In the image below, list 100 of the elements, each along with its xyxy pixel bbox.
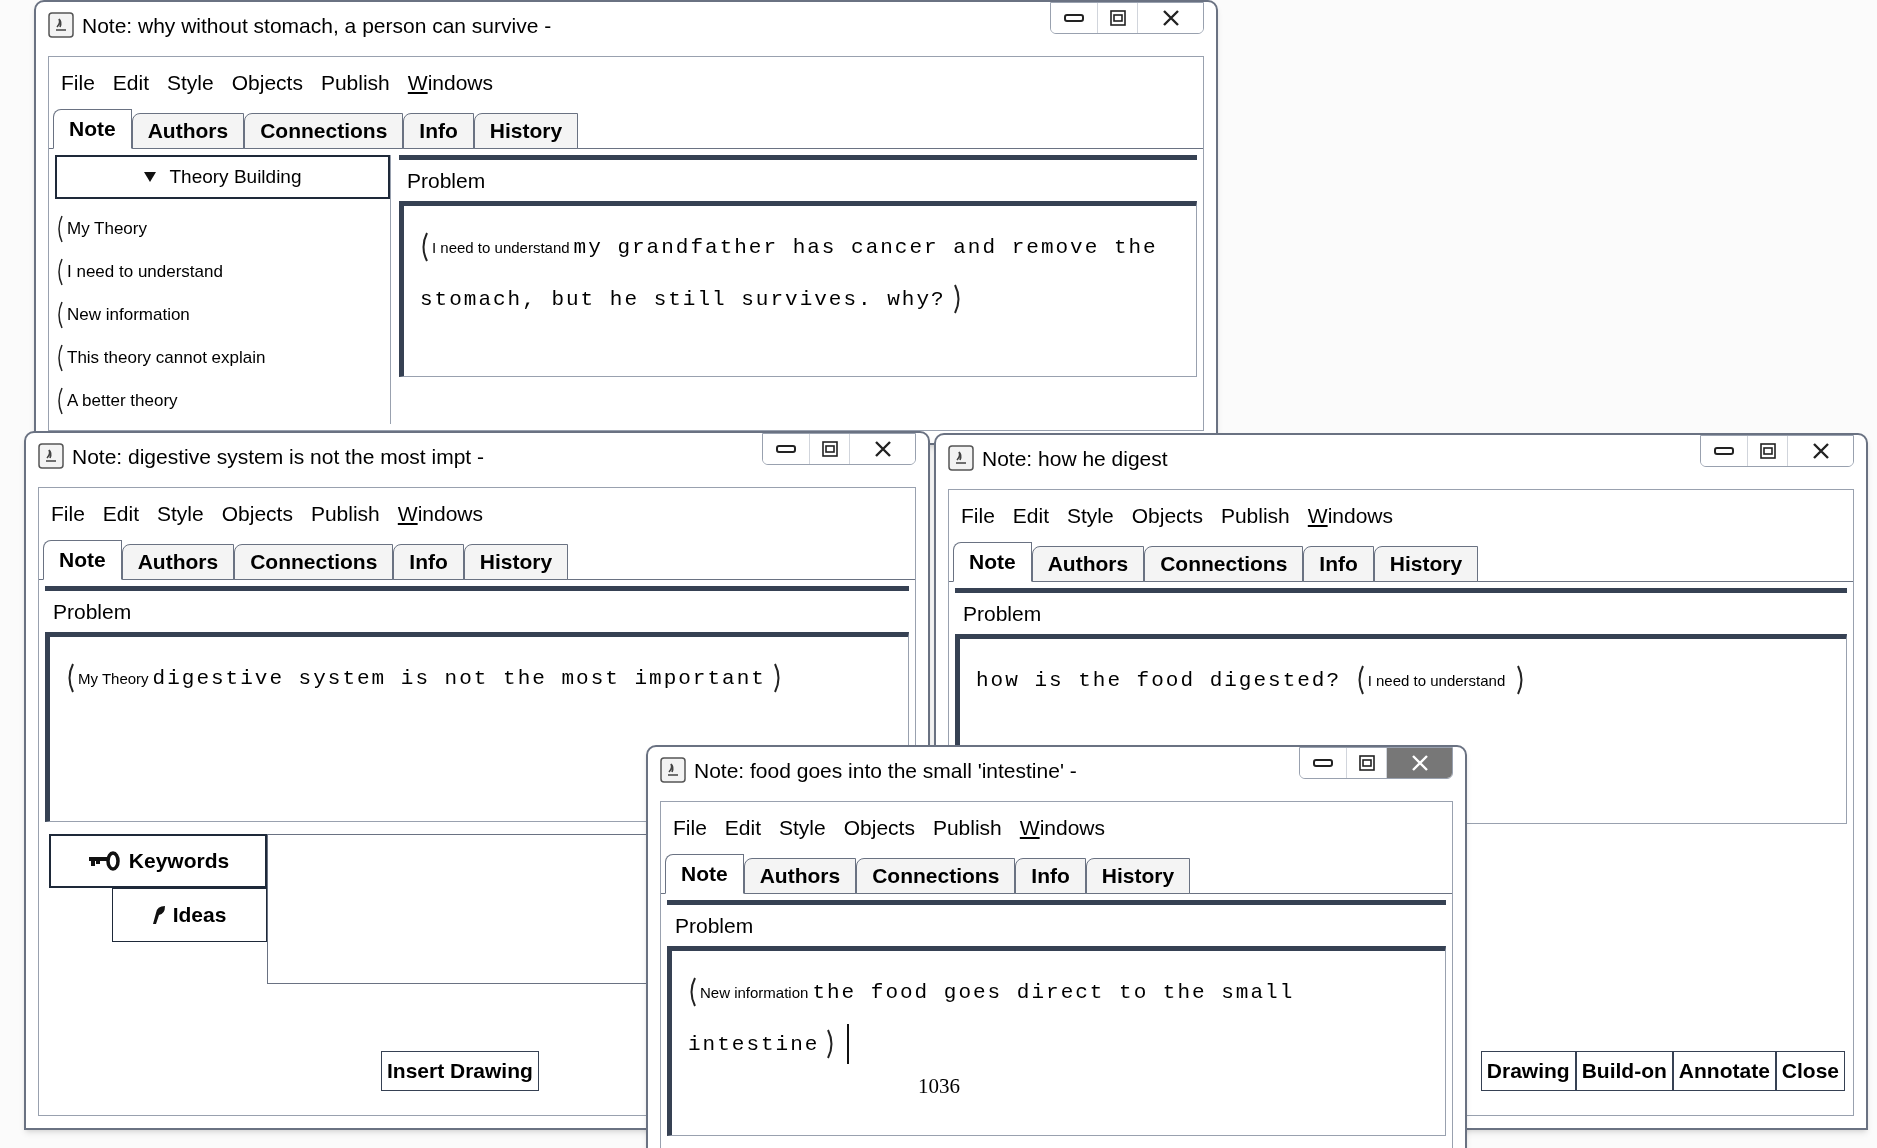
scaffold-list-item[interactable]: This theory cannot explain <box>55 336 390 379</box>
tab[interactable]: Info <box>393 544 464 580</box>
tab[interactable]: History <box>1085 858 1191 894</box>
scaffold-list-item[interactable]: My Theory <box>55 207 390 250</box>
word-count: 1036 <box>917 1073 961 1100</box>
menu-item[interactable]: Publish <box>320 67 390 99</box>
close-icon <box>872 440 893 458</box>
action-button[interactable]: Insert Drawing <box>381 1051 539 1091</box>
close-icon <box>1810 442 1831 460</box>
tab[interactable]: Info <box>403 113 474 149</box>
scaffold-list-item[interactable]: New information <box>55 293 390 336</box>
action-button[interactable]: Build-on <box>1575 1051 1673 1091</box>
tab[interactable]: History <box>473 113 579 149</box>
minimize-icon <box>1064 13 1084 23</box>
scaffold-list-item[interactable]: I need to understand <box>55 250 390 293</box>
menu-item[interactable]: Edit <box>102 498 140 530</box>
close-bracket-icon <box>773 663 782 694</box>
tab[interactable]: Info <box>1015 858 1086 894</box>
menu-item[interactable]: Publish <box>310 498 380 530</box>
expanded-triangle-icon <box>143 171 158 183</box>
tab[interactable]: Authors <box>1031 546 1145 582</box>
menu-item[interactable]: Windows <box>1019 812 1105 844</box>
keyword-tab[interactable]: Keywords <box>49 834 267 888</box>
menu-item[interactable]: Edit <box>1012 500 1050 532</box>
section-heading: Problem <box>675 912 754 939</box>
note-text-field[interactable]: how is the food digested? I need to understand <box>976 655 1526 707</box>
key-icon <box>86 850 121 872</box>
menu-item[interactable]: Style <box>1067 500 1114 532</box>
tab[interactable]: Info <box>1303 546 1374 582</box>
close-button[interactable] <box>849 434 915 464</box>
maximize-icon <box>821 441 838 457</box>
tab[interactable]: History <box>1373 546 1479 582</box>
pen-icon <box>152 906 165 924</box>
tab[interactable]: Connections <box>244 113 404 149</box>
bracket-icon <box>55 299 63 330</box>
window-title: Note: how he digest <box>982 446 1168 472</box>
action-button[interactable]: Annotate <box>1672 1051 1776 1091</box>
close-icon <box>1160 9 1181 27</box>
bracket-icon <box>55 342 63 373</box>
minimize-icon <box>776 444 796 454</box>
menu-item[interactable]: Style <box>779 812 826 844</box>
menu-item[interactable]: Style <box>167 67 214 99</box>
section-heading: Problem <box>53 598 132 625</box>
maximize-icon <box>1358 755 1375 771</box>
bracket-icon <box>55 385 63 416</box>
open-bracket-icon <box>688 977 696 1008</box>
window-title: Note: food goes into the small 'intestine' - <box>694 758 1077 784</box>
menu-item[interactable]: Style <box>157 498 204 530</box>
menu-item[interactable]: File <box>51 498 85 530</box>
minimize-icon <box>1313 758 1333 768</box>
open-bracket-icon <box>420 232 428 263</box>
menu-item[interactable]: Publish <box>1220 500 1290 532</box>
scaffold-list-item[interactable]: A better theory <box>55 379 390 422</box>
maximize-icon <box>1109 10 1126 26</box>
action-button[interactable]: Drawing <box>1480 1051 1576 1091</box>
keyword-tab[interactable]: Ideas <box>112 888 267 942</box>
menu-item[interactable]: File <box>61 67 95 99</box>
tab[interactable]: Connections <box>234 544 394 580</box>
menu-item[interactable]: Objects <box>231 67 303 99</box>
menu-item[interactable]: Edit <box>112 67 150 99</box>
menu-item[interactable]: Objects <box>843 812 915 844</box>
menu-item[interactable]: Windows <box>397 498 483 530</box>
tab[interactable]: Note <box>43 540 122 580</box>
tab[interactable]: Note <box>53 109 132 149</box>
app-icon <box>38 443 64 469</box>
bracket-icon <box>55 256 63 287</box>
tab[interactable]: Connections <box>1144 546 1304 582</box>
menu-item[interactable]: Windows <box>1307 500 1393 532</box>
note-text-field[interactable]: New information the food goes direct to the small intestine <box>688 967 1429 1071</box>
menu-item[interactable]: Publish <box>932 812 1002 844</box>
menu-item[interactable]: File <box>961 500 995 532</box>
menu-item[interactable]: Objects <box>1131 500 1203 532</box>
menu-item[interactable]: Objects <box>221 498 293 530</box>
app-icon <box>948 445 974 471</box>
tab[interactable]: History <box>463 544 569 580</box>
minimize-icon <box>1714 446 1734 456</box>
tab[interactable]: Authors <box>131 113 245 149</box>
window-title: Note: digestive system is not the most impt - <box>72 444 484 470</box>
tab[interactable]: Note <box>665 854 744 894</box>
tab[interactable]: Authors <box>743 858 857 894</box>
menu-item[interactable]: Windows <box>407 67 493 99</box>
menu-item[interactable]: File <box>673 812 707 844</box>
action-button[interactable]: Close <box>1775 1051 1845 1091</box>
tab[interactable]: Connections <box>856 858 1016 894</box>
app-icon <box>660 757 686 783</box>
bracket-icon <box>55 213 63 244</box>
close-icon <box>1409 754 1430 772</box>
maximize-icon <box>1759 443 1776 459</box>
window-title: Note: why without stomach, a person can survive - <box>82 13 552 39</box>
tab[interactable]: Note <box>953 542 1032 582</box>
category-dropdown[interactable]: Theory Building <box>55 155 390 199</box>
close-button[interactable] <box>1787 436 1853 466</box>
open-bracket-icon <box>66 663 74 694</box>
close-button[interactable] <box>1137 3 1203 33</box>
app-icon <box>48 12 74 38</box>
close-bracket-icon <box>953 284 962 315</box>
section-heading: Problem <box>407 167 486 194</box>
menu-item[interactable]: Edit <box>724 812 762 844</box>
note-text-field[interactable]: My Theory digestive system is not the most important <box>66 653 782 705</box>
tab[interactable]: Authors <box>121 544 235 580</box>
